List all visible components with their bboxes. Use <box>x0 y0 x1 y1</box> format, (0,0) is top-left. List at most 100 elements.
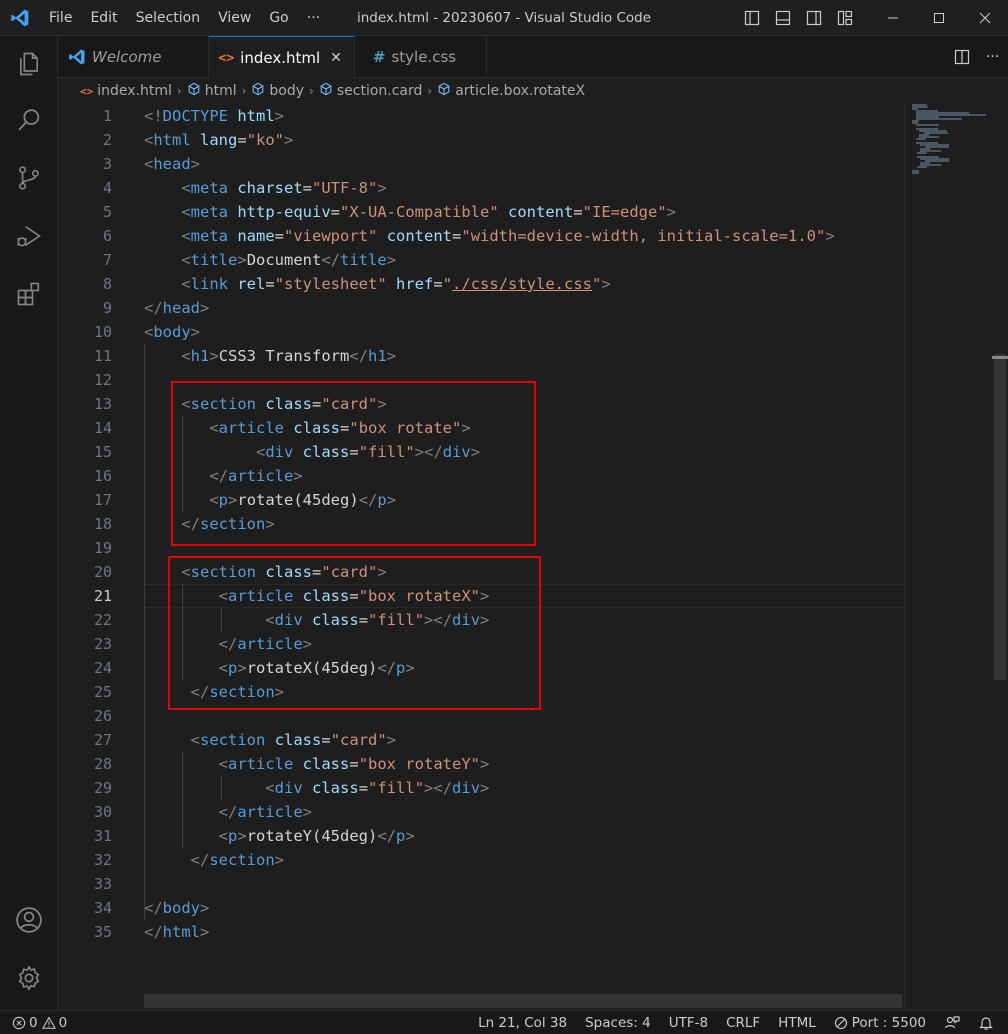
close-window-icon[interactable] <box>962 0 1008 36</box>
line-number: 2 <box>102 131 112 149</box>
line-number: 10 <box>93 323 112 341</box>
menu-item[interactable]: ··· <box>298 0 329 36</box>
code-line[interactable]: <head> <box>144 152 200 176</box>
line-number: 16 <box>93 467 112 485</box>
editor-tabs: Welcome <> index.html ✕ # style.css ··· <box>58 36 1008 79</box>
menu-item[interactable]: Selection <box>127 0 210 36</box>
line-number: 1 <box>102 107 112 125</box>
tab-style-css[interactable]: # style.css <box>355 36 488 78</box>
code-line[interactable]: <p>rotateY(45deg)</p> <box>144 824 415 848</box>
source-control-icon[interactable] <box>0 152 58 204</box>
toggle-primary-sidebar-icon[interactable] <box>736 0 767 36</box>
line-number: 8 <box>102 275 112 293</box>
split-editor-icon[interactable] <box>946 39 977 75</box>
code-line[interactable]: <meta charset="UTF-8"> <box>144 176 386 200</box>
code-line[interactable]: <html lang="ko"> <box>144 128 293 152</box>
line-number: 22 <box>93 611 112 629</box>
feedback-icon[interactable] <box>935 1015 969 1031</box>
tab-label: style.css <box>391 48 457 66</box>
breadcrumb-item[interactable]: article.box.rotateX <box>437 82 585 100</box>
code-line[interactable]: <!DOCTYPE html> <box>144 104 284 128</box>
line-number: 33 <box>93 875 112 893</box>
maximize-icon[interactable] <box>916 0 962 36</box>
code-line[interactable]: </head> <box>144 296 209 320</box>
line-number: 6 <box>102 227 112 245</box>
code-line[interactable]: <h1>CSS3 Transform</h1> <box>144 344 396 368</box>
line-number: 12 <box>93 371 112 389</box>
line-number: 5 <box>102 203 112 221</box>
code-line[interactable]: </article> <box>144 800 312 824</box>
scrollbar-thumb[interactable] <box>994 354 1006 680</box>
line-number: 26 <box>93 707 112 725</box>
vertical-scrollbar[interactable] <box>992 104 1008 1010</box>
breadcrumb-item[interactable]: <> index.html <box>80 83 172 99</box>
line-number: 17 <box>93 491 112 509</box>
code-line[interactable]: </html> <box>144 920 209 944</box>
live-server-port[interactable]: Port : 5500 <box>825 1015 935 1031</box>
minimap-line <box>916 118 962 120</box>
highlight-box-rotate <box>171 381 536 546</box>
problems-indicator[interactable]: 0 0 <box>12 1015 76 1031</box>
code-line[interactable]: <title>Document</title> <box>144 248 396 272</box>
menu-item[interactable]: Go <box>260 0 297 36</box>
run-and-debug-icon[interactable] <box>0 210 58 262</box>
code-editor[interactable]: 1 2 3 4 5 6 7 8 9 10 11 12 13 14 15 16 17 18 19 20 21 22 23 24 2… <box>58 104 1008 1010</box>
line-number: 27 <box>93 731 112 749</box>
line-number: 28 <box>93 755 112 773</box>
warning-icon <box>41 1016 56 1029</box>
indent-guide <box>221 776 222 800</box>
more-actions-icon[interactable]: ··· <box>977 39 1008 75</box>
chevron-right-icon: › <box>309 84 314 98</box>
tab-index-html[interactable]: <> index.html ✕ <box>208 36 355 79</box>
toggle-secondary-sidebar-icon[interactable] <box>798 0 829 36</box>
customize-layout-icon[interactable] <box>829 0 860 36</box>
extensions-icon[interactable] <box>0 268 58 320</box>
language-mode[interactable]: HTML <box>769 1015 825 1031</box>
code-line[interactable]: <meta http-equiv="X-UA-Compatible" conte… <box>144 200 676 224</box>
menu-item[interactable]: File <box>40 0 81 36</box>
minimap-line <box>916 124 939 126</box>
line-ending[interactable]: CRLF <box>717 1015 769 1031</box>
vscode-logo-icon[interactable] <box>0 0 40 36</box>
no-entry-icon <box>834 1016 847 1030</box>
breadcrumb-item[interactable]: section.card <box>319 82 422 100</box>
menu-item[interactable]: Edit <box>81 0 126 36</box>
code-line[interactable]: <body> <box>144 320 200 344</box>
encoding[interactable]: UTF-8 <box>660 1015 717 1031</box>
error-icon <box>12 1016 26 1029</box>
settings-gear-icon[interactable] <box>0 952 58 1004</box>
code-line[interactable]: <meta name="viewport" content="width=dev… <box>144 224 834 248</box>
accounts-icon[interactable] <box>0 894 58 946</box>
title-bar: File Edit Selection View Go ··· index.html - … <box>0 0 1008 36</box>
code-line[interactable]: <article class="box rotateY"> <box>144 752 490 776</box>
explorer-icon[interactable] <box>0 38 58 90</box>
search-icon[interactable] <box>0 94 58 146</box>
code-line[interactable]: <div class="fill"></div> <box>144 776 489 800</box>
cursor-position[interactable]: Ln 21, Col 38 <box>469 1015 576 1031</box>
menu-item[interactable]: View <box>209 0 260 36</box>
notifications-bell-icon[interactable] <box>969 1015 1008 1031</box>
minimap-line <box>917 166 927 168</box>
code-line[interactable]: <link rel="stylesheet" href="./css/style… <box>144 272 610 296</box>
breadcrumb-item[interactable]: body <box>251 82 304 100</box>
minimap[interactable] <box>912 104 992 176</box>
horizontal-scrollbar[interactable] <box>144 994 902 1008</box>
indent-guide <box>182 752 183 848</box>
indent-guide <box>144 344 145 920</box>
code-line[interactable]: </body> <box>144 896 209 920</box>
indentation[interactable]: Spaces: 4 <box>576 1015 660 1031</box>
breadcrumb: <> index.html › html › body › section.car… <box>58 79 1008 103</box>
code-line[interactable]: <section class="card"> <box>144 728 396 752</box>
error-count: 0 <box>29 1014 38 1031</box>
vscode-logo-icon <box>69 49 85 65</box>
html-file-icon: <> <box>218 50 235 66</box>
minimize-icon[interactable] <box>870 0 916 36</box>
menu-bar: File Edit Selection View Go ··· <box>40 0 329 36</box>
line-number: 34 <box>93 899 112 917</box>
toggle-panel-icon[interactable] <box>767 0 798 36</box>
code-line[interactable]: </section> <box>144 848 284 872</box>
breadcrumb-item[interactable]: html <box>187 82 237 100</box>
close-icon[interactable]: ✕ <box>330 50 342 66</box>
tab-welcome[interactable]: Welcome <box>58 36 209 78</box>
status-bar: 0 0 Ln 21, Col 38 Spaces: 4 UTF-8 CRLF H… <box>0 1010 1008 1034</box>
